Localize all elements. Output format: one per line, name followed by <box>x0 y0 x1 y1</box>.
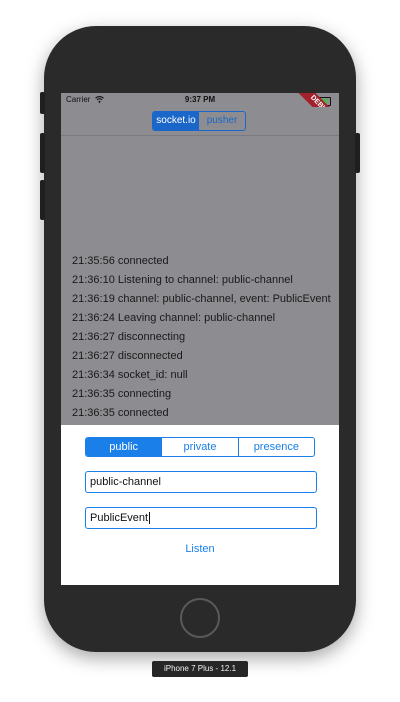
nav-bar: socket.io pusher <box>61 107 339 136</box>
segment-pusher[interactable]: pusher <box>199 112 245 130</box>
text-caret <box>149 512 151 525</box>
log-line: 21:36:19 channel: public-channel, event:… <box>72 293 331 305</box>
log-line: 21:36:34 socket_id: null <box>72 369 188 381</box>
status-time: 9:37 PM <box>184 95 216 104</box>
tab-public[interactable]: public <box>86 438 163 456</box>
log-line: 21:36:27 disconnecting <box>72 331 186 343</box>
log-view[interactable]: 21:35:56 connected 21:36:10 Listening to… <box>61 136 339 425</box>
channel-panel: public private presence public-channel P… <box>61 425 339 585</box>
channel-type-tabs: public private presence <box>85 437 315 457</box>
log-line: 21:36:35 connecting <box>72 388 172 400</box>
transport-segmented-control: socket.io pusher <box>152 111 246 131</box>
volume-up-button <box>40 133 45 173</box>
tab-private[interactable]: private <box>162 438 239 456</box>
log-line: 21:36:24 Leaving channel: public-channel <box>72 312 276 324</box>
mute-switch <box>40 92 45 114</box>
listen-button[interactable]: Listen <box>61 543 339 555</box>
volume-down-button <box>40 180 45 220</box>
channel-input-value: public-channel <box>90 476 161 488</box>
log-line: 21:36:27 disconnected <box>72 350 183 362</box>
log-line: 21:35:56 connected <box>72 255 169 267</box>
log-list: 21:35:56 connected 21:36:10 Listening to… <box>72 254 332 425</box>
segment-socket-io[interactable]: socket.io <box>153 112 199 130</box>
app-screen: Carrier 9:37 PM DEBUG socket.io pusher 2… <box>61 93 339 585</box>
log-line: 21:36:35 connected <box>72 407 169 419</box>
power-button <box>355 133 360 173</box>
channel-input[interactable]: public-channel <box>85 471 317 493</box>
event-input-value: PublicEvent <box>90 512 149 524</box>
device-label: iPhone 7 Plus - 12.1 <box>152 661 248 677</box>
log-line: 21:36:10 Listening to channel: public-ch… <box>72 274 293 286</box>
event-input[interactable]: PublicEvent <box>85 507 317 529</box>
home-button[interactable] <box>180 598 220 638</box>
tab-presence[interactable]: presence <box>239 438 314 456</box>
status-bar: Carrier 9:37 PM DEBUG <box>61 93 339 137</box>
